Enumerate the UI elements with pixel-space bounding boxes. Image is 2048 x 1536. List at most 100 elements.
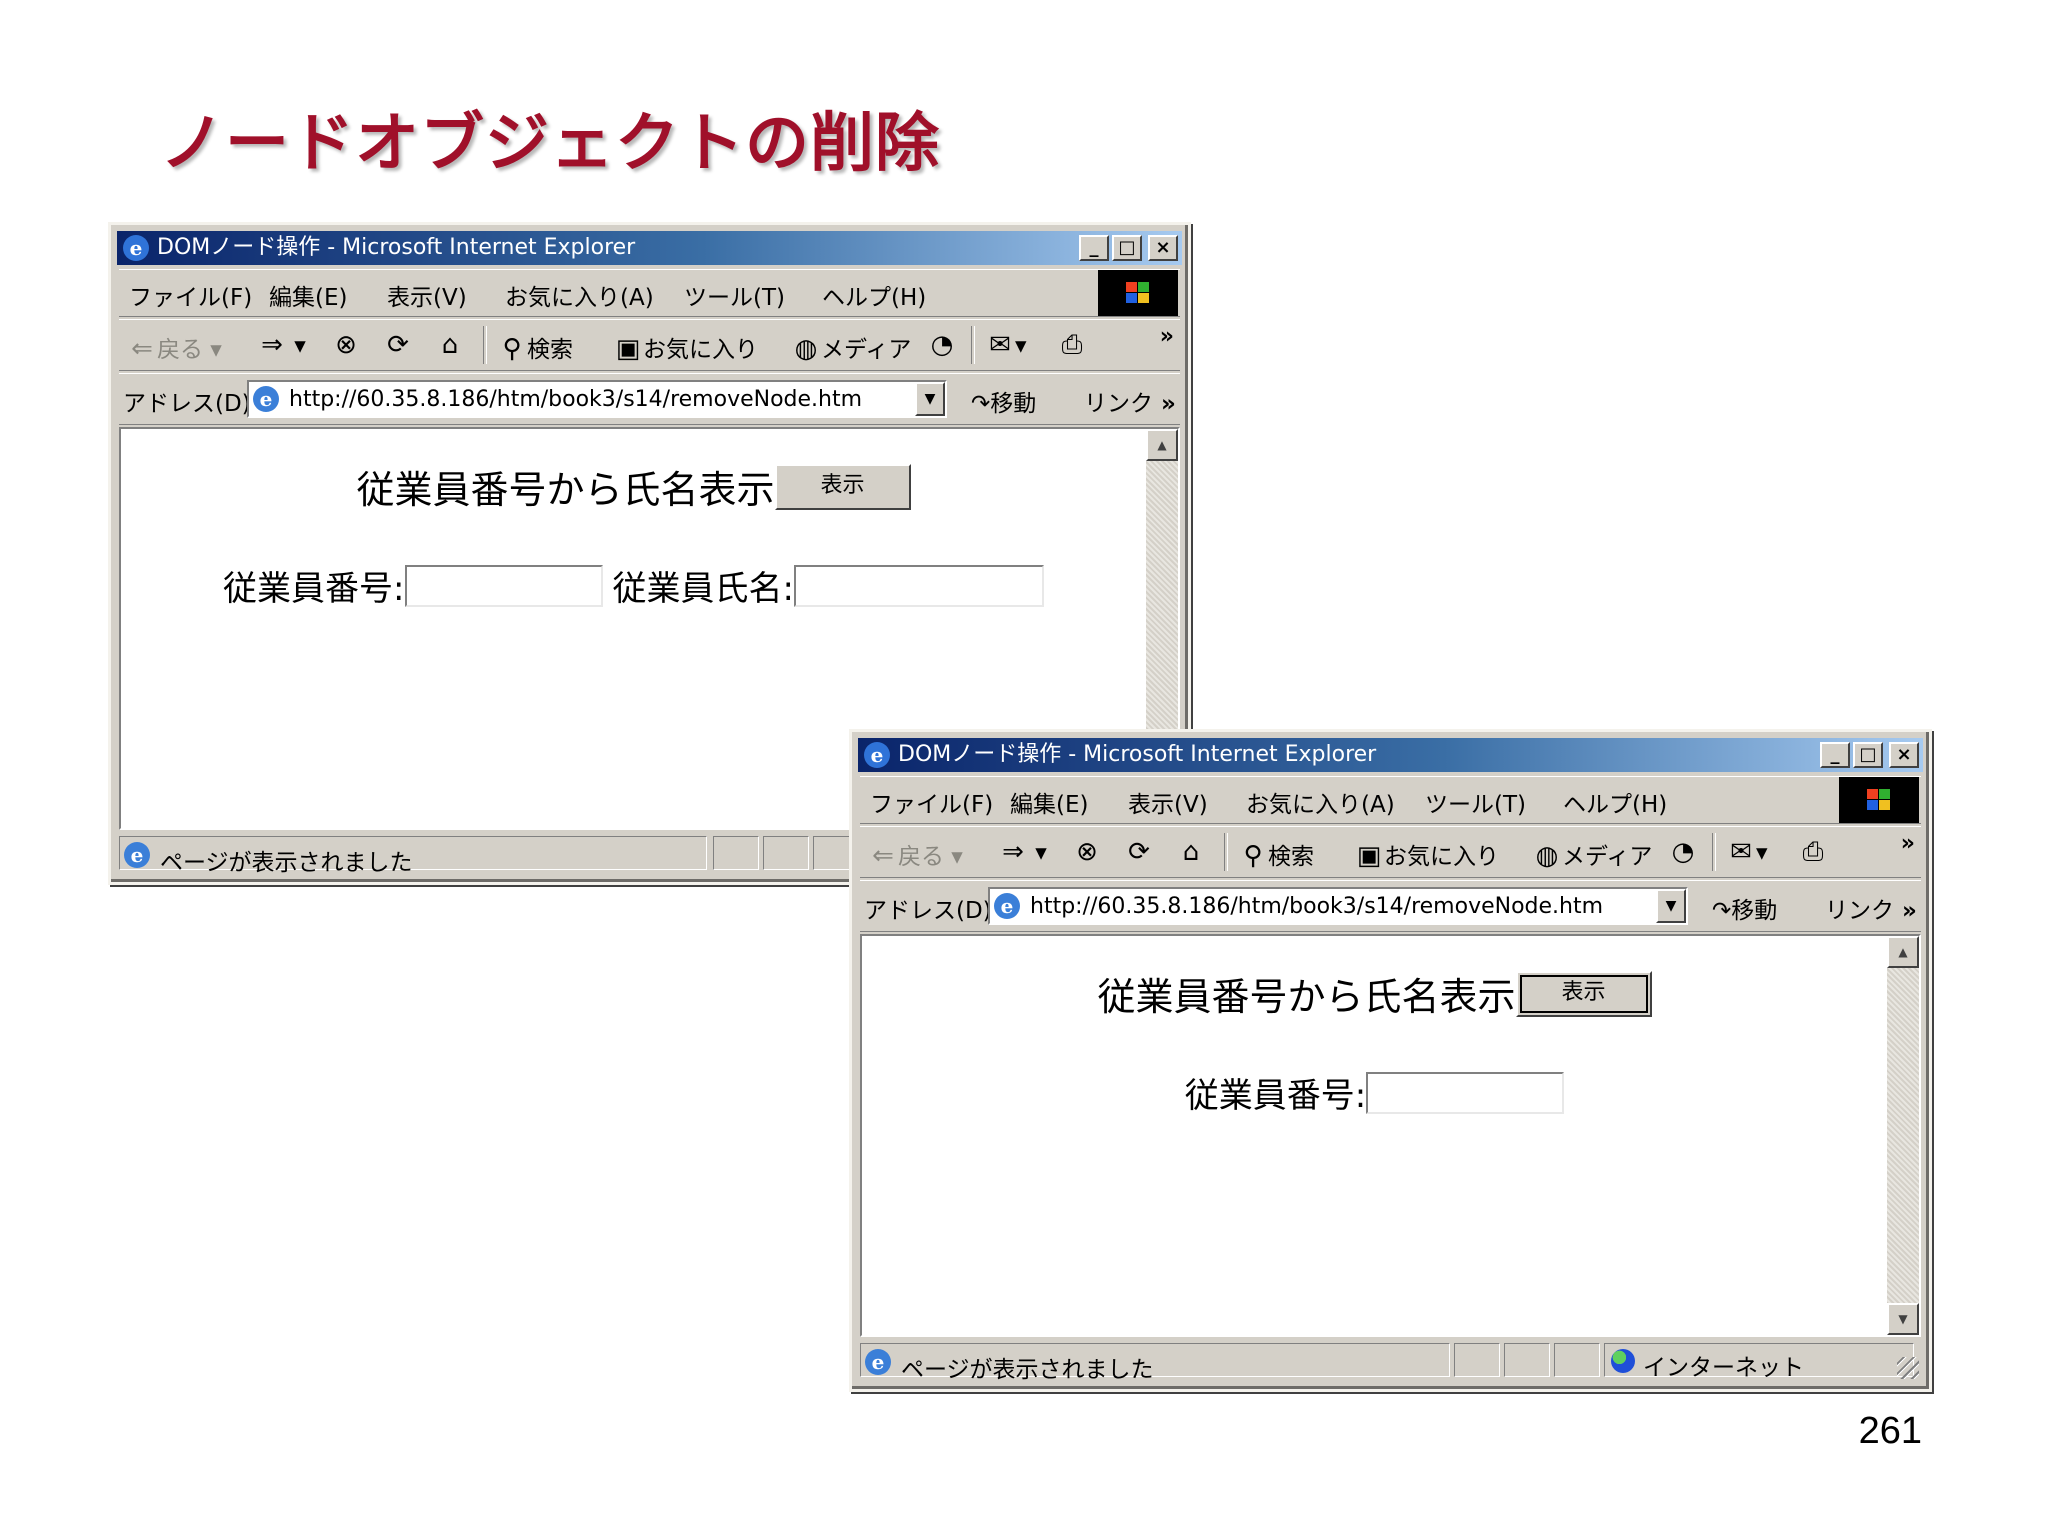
print-icon: ⎙ [1802, 837, 1824, 867]
back-button[interactable]: ⇐ 戻る ▾ [127, 330, 222, 364]
ie-icon: e [864, 742, 890, 768]
arrow-right-icon: ⇒ [1002, 837, 1024, 867]
stop-button[interactable]: ⊗ [331, 330, 361, 360]
menu-file[interactable]: ファイル(F) [870, 785, 993, 819]
history-button[interactable]: ◔ [927, 330, 957, 360]
employee-number-label: 従業員番号: [223, 569, 405, 609]
media-button[interactable]: ◍ メディア [791, 330, 912, 364]
home-button[interactable]: ⌂ [435, 330, 465, 360]
address-label: アドレス(D) [864, 898, 992, 924]
search-button[interactable]: ⚲ 検索 [1238, 837, 1314, 871]
history-button[interactable]: ◔ [1668, 837, 1698, 867]
arrow-left-icon: ⇐ [131, 334, 153, 364]
minimize-button[interactable]: _ [1820, 742, 1850, 768]
menu-bar: ファイル(F) 編集(E) 表示(V) お気に入り(A) ツール(T) ヘルプ(… [860, 776, 1921, 824]
stop-button[interactable]: ⊗ [1072, 837, 1102, 867]
maximize-button[interactable]: □ [1853, 742, 1883, 768]
page-done-icon: e [865, 1349, 891, 1375]
menu-tools[interactable]: ツール(T) [1425, 785, 1526, 819]
stop-icon: ⊗ [1076, 837, 1098, 867]
refresh-button[interactable]: ⟳ [383, 330, 413, 360]
menu-tools[interactable]: ツール(T) [684, 278, 785, 312]
refresh-icon: ⟳ [1128, 837, 1150, 867]
address-field[interactable]: e http://60.35.8.186/htm/book3/s14/remov… [247, 380, 947, 418]
address-url[interactable]: http://60.35.8.186/htm/book3/s14/removeN… [289, 387, 862, 412]
employee-number-input[interactable] [1366, 1071, 1565, 1114]
menu-help[interactable]: ヘルプ(H) [822, 278, 926, 312]
search-icon: ⚲ [1243, 841, 1263, 871]
close-button[interactable]: × [1148, 235, 1178, 261]
employee-number-input[interactable] [404, 564, 603, 607]
search-button[interactable]: ⚲ 検索 [497, 330, 573, 364]
menu-edit[interactable]: 編集(E) [269, 278, 347, 312]
title-bar[interactable]: e DOMノード操作 - Microsoft Internet Explorer… [117, 231, 1182, 265]
forward-button[interactable]: ⇒ ▾ [257, 330, 306, 360]
home-button[interactable]: ⌂ [1176, 837, 1206, 867]
mail-icon: ✉ [1730, 837, 1752, 867]
scroll-down-icon[interactable]: ▼ [1887, 1303, 1919, 1335]
links-button[interactable]: リンク [1084, 384, 1176, 418]
maximize-button[interactable]: □ [1112, 235, 1142, 261]
standard-toolbar: ⇐ 戻る ▾ ⇒ ▾ ⊗ ⟳ ⌂ ⚲ 検索 ▣ お気に入り ◍ メディア ◔ ✉ ▾ ⎙ … [119, 319, 1180, 371]
address-dropdown-icon[interactable]: ▼ [1656, 889, 1686, 923]
favorites-icon: ▣ [1356, 841, 1382, 871]
favorites-icon: ▣ [615, 334, 641, 364]
toolbar-more-chevron[interactable]: » [1901, 831, 1915, 856]
print-button[interactable]: ⎙ [1057, 330, 1087, 361]
links-button[interactable]: リンク [1825, 891, 1917, 925]
menu-help[interactable]: ヘルプ(H) [1563, 785, 1667, 819]
status-main: e ページが表示されました [860, 1343, 1450, 1383]
toolbar-more-chevron[interactable]: » [1160, 324, 1174, 349]
forward-button[interactable]: ⇒ ▾ [998, 837, 1047, 867]
scroll-up-icon[interactable]: ▲ [1146, 429, 1178, 461]
resize-grip-icon[interactable] [1897, 1357, 1919, 1379]
address-field[interactable]: e http://60.35.8.186/htm/book3/s14/remov… [988, 887, 1688, 925]
history-icon: ◔ [1671, 837, 1695, 867]
address-bar: アドレス(D) e http://60.35.8.186/htm/book3/s… [119, 373, 1180, 425]
menu-edit[interactable]: 編集(E) [1010, 785, 1088, 819]
close-button[interactable]: × [1889, 742, 1919, 768]
print-button[interactable]: ⎙ [1798, 837, 1828, 868]
go-button[interactable]: ↷移動 [971, 384, 1036, 418]
menu-view[interactable]: 表示(V) [1128, 785, 1208, 819]
history-icon: ◔ [930, 330, 954, 360]
menu-bar: ファイル(F) 編集(E) 表示(V) お気に入り(A) ツール(T) ヘルプ(… [119, 269, 1180, 317]
globe-icon [1611, 1349, 1635, 1373]
stop-icon: ⊗ [335, 330, 357, 360]
show-button[interactable]: 表示 [774, 463, 911, 510]
mail-button[interactable]: ✉ ▾ [1726, 837, 1767, 867]
minimize-button[interactable]: _ [1079, 235, 1109, 261]
page-number: 261 [1858, 1410, 1922, 1452]
menu-file[interactable]: ファイル(F) [129, 278, 252, 312]
page-icon: e [994, 893, 1020, 919]
page-viewport: 従業員番号から氏名表示 表示 従業員番号: ▲ ▼ [860, 934, 1921, 1337]
favorites-button[interactable]: ▣ お気に入り [1354, 837, 1499, 871]
back-button[interactable]: ⇐ 戻る ▾ [868, 837, 963, 871]
address-bar: アドレス(D) e http://60.35.8.186/htm/book3/s… [860, 880, 1921, 932]
favorites-button[interactable]: ▣ お気に入り [613, 330, 758, 364]
employee-number-label: 従業員番号: [1184, 1076, 1367, 1116]
zone-cell: インターネット [1604, 1343, 1914, 1381]
slide-title: ノードオブジェクトの削除 [160, 107, 940, 181]
mail-icon: ✉ [989, 330, 1011, 360]
media-button[interactable]: ◍ メディア [1532, 837, 1653, 871]
refresh-button[interactable]: ⟳ [1124, 837, 1154, 867]
home-icon: ⌂ [441, 330, 459, 360]
page-heading: 従業員番号から氏名表示 [356, 468, 775, 512]
go-arrow-icon: ↷ [1712, 898, 1732, 924]
mail-button[interactable]: ✉ ▾ [985, 330, 1026, 360]
address-url[interactable]: http://60.35.8.186/htm/book3/s14/removeN… [1030, 894, 1603, 919]
refresh-icon: ⟳ [387, 330, 409, 360]
address-dropdown-icon[interactable]: ▼ [915, 382, 945, 416]
menu-favorites[interactable]: お気に入り(A) [1246, 785, 1395, 819]
show-button[interactable]: 表示 [1515, 970, 1652, 1017]
go-button[interactable]: ↷移動 [1712, 891, 1777, 925]
vertical-scrollbar[interactable]: ▲ ▼ [1887, 936, 1919, 1335]
employee-name-input[interactable] [793, 564, 1044, 607]
scroll-up-icon[interactable]: ▲ [1887, 936, 1919, 968]
menu-view[interactable]: 表示(V) [387, 278, 467, 312]
window-title: DOMノード操作 - Microsoft Internet Explorer [157, 235, 636, 260]
title-bar[interactable]: e DOMノード操作 - Microsoft Internet Explorer… [858, 738, 1923, 772]
menu-favorites[interactable]: お気に入り(A) [505, 278, 654, 312]
standard-toolbar: ⇐ 戻る ▾ ⇒ ▾ ⊗ ⟳ ⌂ ⚲ 検索 ▣ お気に入り ◍ メディア ◔ ✉ ▾ ⎙ … [860, 826, 1921, 878]
